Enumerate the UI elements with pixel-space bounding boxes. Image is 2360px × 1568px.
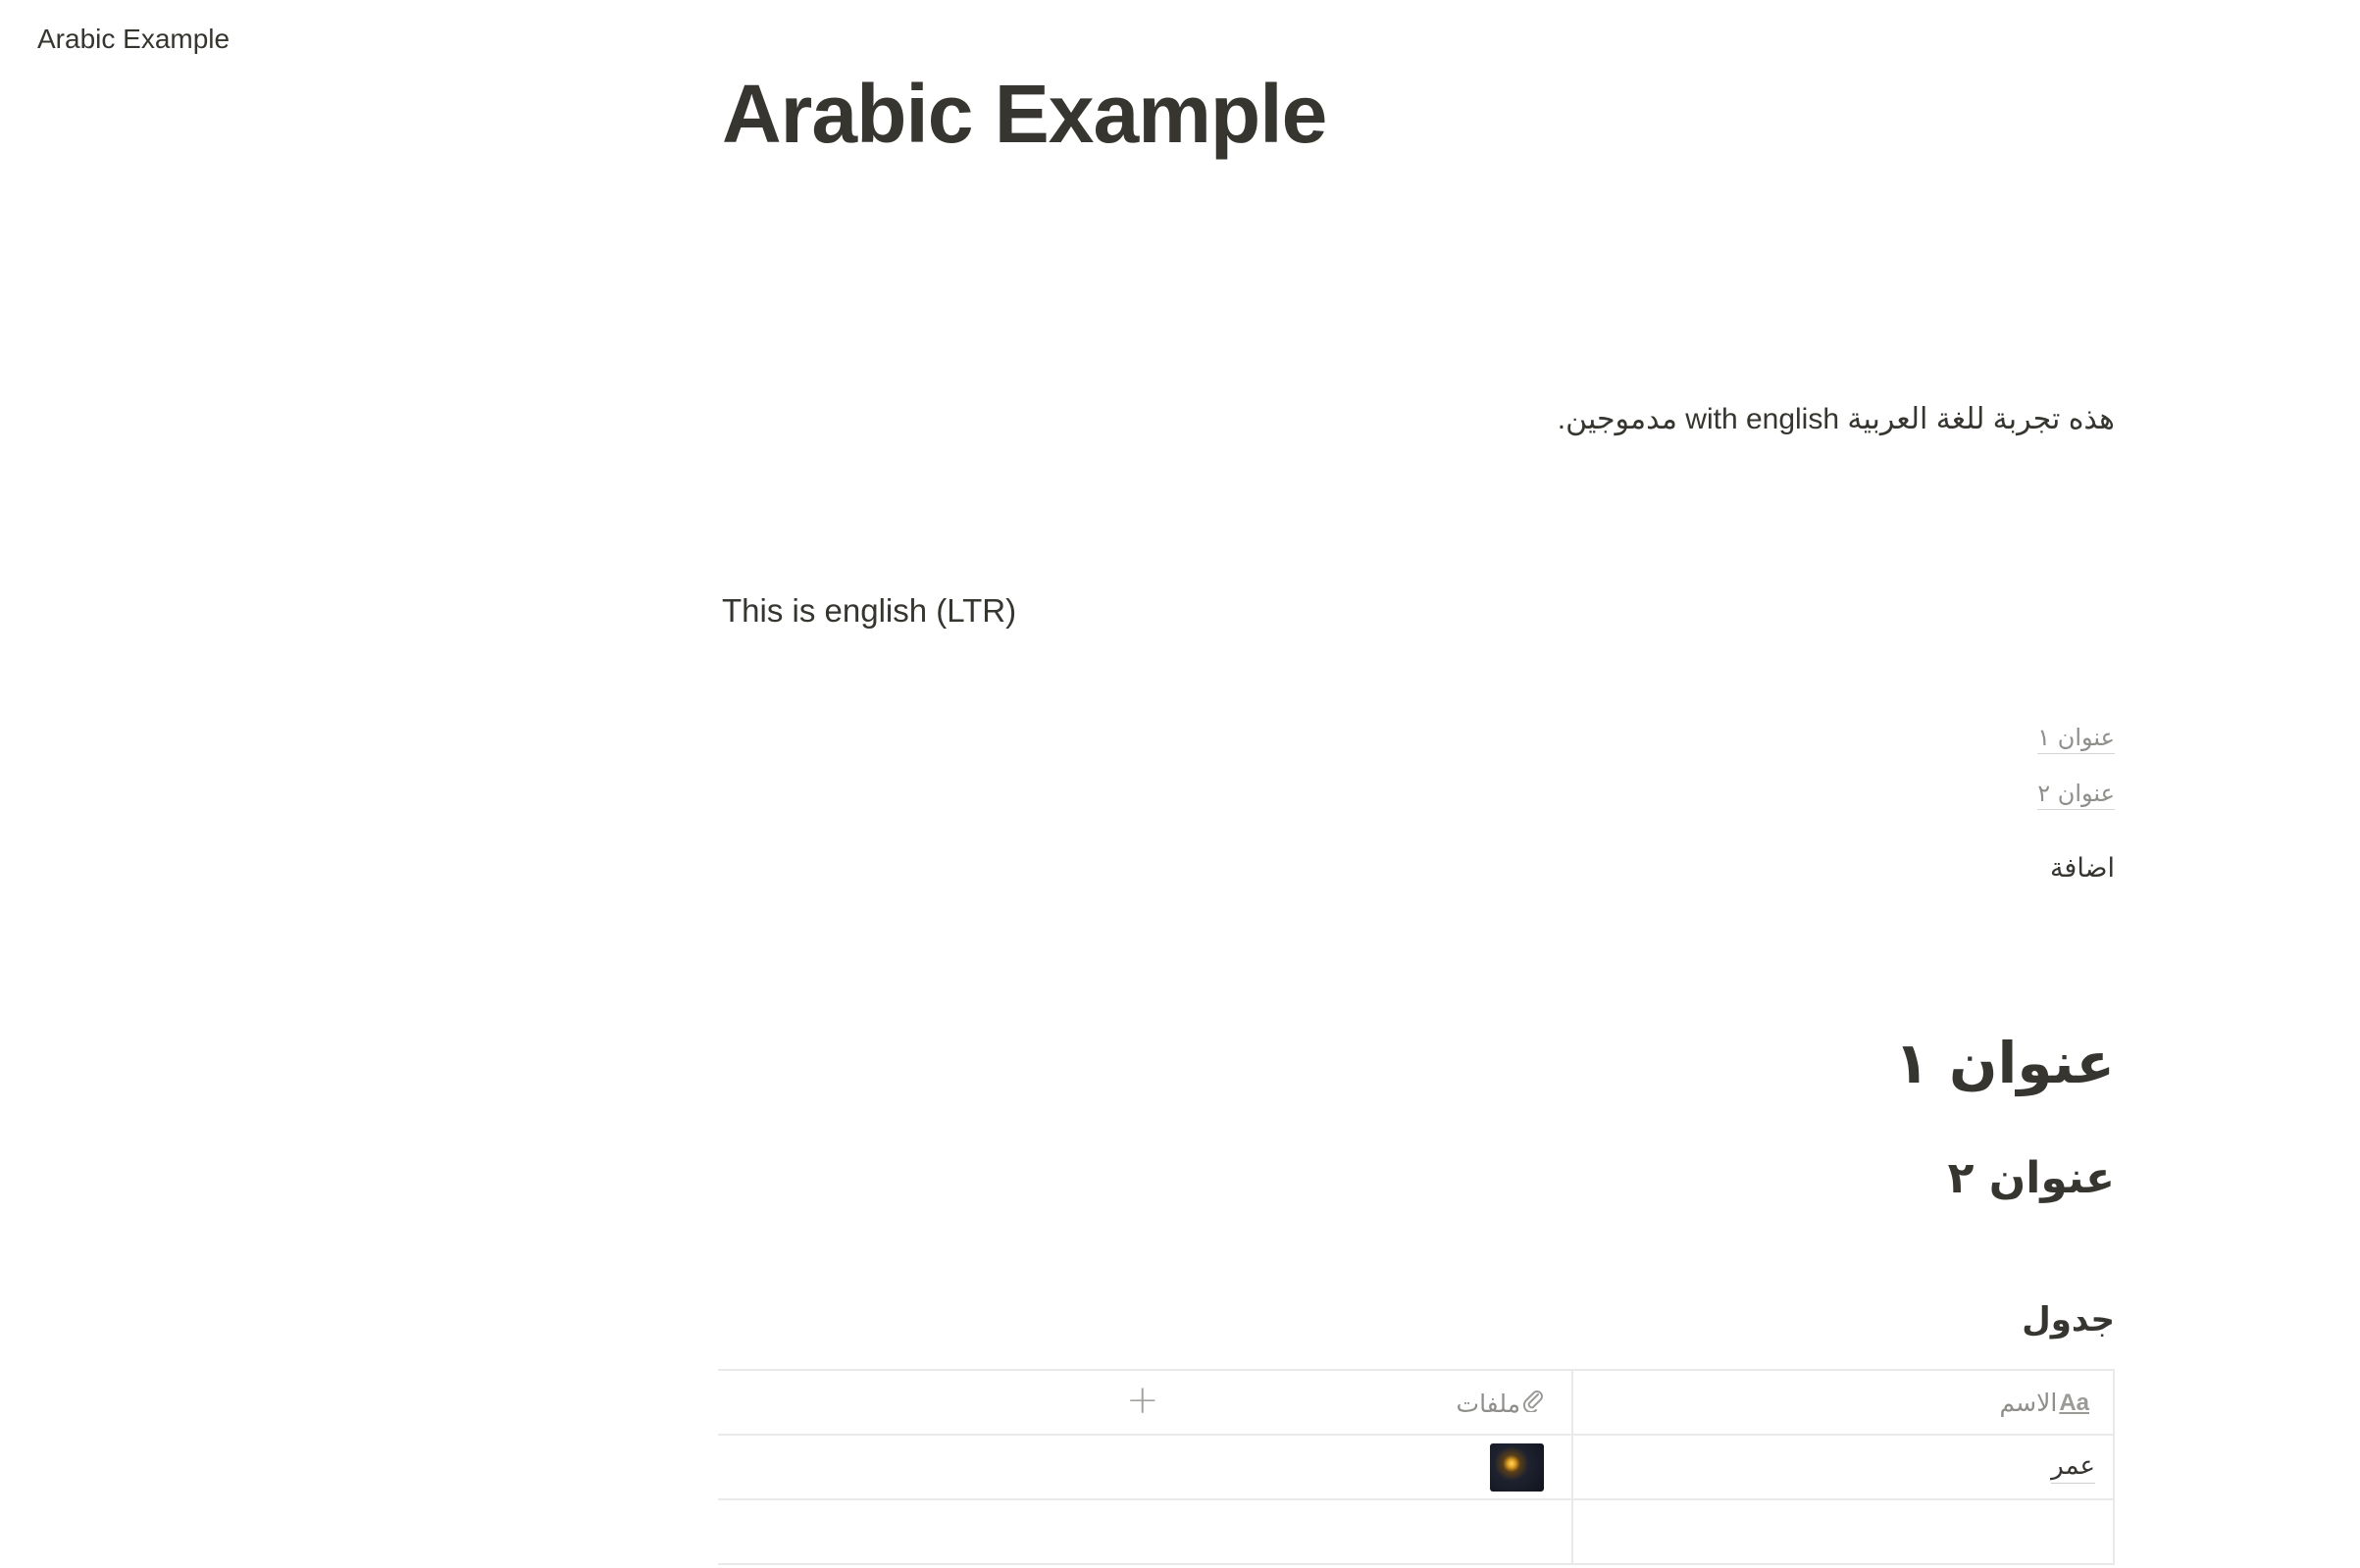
table-header-row: Aa الاسم ملفات + bbox=[718, 1371, 2115, 1436]
page-title[interactable]: Arabic Example bbox=[722, 67, 1327, 162]
cell-files[interactable] bbox=[718, 1436, 1571, 1498]
toc-link-heading-1[interactable]: عنوان ١ bbox=[2037, 724, 2115, 754]
cell-name[interactable]: عمر bbox=[1571, 1436, 2115, 1498]
breadcrumb-page[interactable]: Arabic Example bbox=[31, 22, 235, 57]
title-property-icon: Aa bbox=[2059, 1389, 2089, 1416]
column-header-files[interactable]: ملفات + bbox=[718, 1371, 1571, 1434]
cell-name[interactable] bbox=[1571, 1500, 2115, 1563]
add-column-plus-icon[interactable]: + bbox=[1126, 1381, 1159, 1420]
table-row[interactable]: عمر bbox=[718, 1436, 2115, 1500]
toc-link-heading-2[interactable]: عنوان ٢ bbox=[2037, 780, 2115, 810]
cell-files[interactable] bbox=[718, 1500, 1571, 1563]
paperclip-icon bbox=[1522, 1389, 1544, 1418]
ltr-paragraph[interactable]: This is english (LTR) bbox=[722, 592, 1016, 630]
column-header-name[interactable]: Aa الاسم bbox=[1571, 1371, 2115, 1434]
add-block[interactable]: اضافة bbox=[2050, 853, 2115, 884]
row-name-value[interactable]: عمر bbox=[2051, 1451, 2095, 1484]
table-row[interactable] bbox=[718, 1500, 2115, 1565]
page-content: Arabic Example هذه تجربة للغة العربية wi… bbox=[718, 0, 2115, 1568]
image-thumbnail[interactable] bbox=[1490, 1443, 1544, 1492]
table-of-contents: عنوان ١ عنوان ٢ bbox=[2037, 724, 2115, 835]
rtl-paragraph[interactable]: هذه تجربة للغة العربية with english مدمو… bbox=[1558, 402, 2115, 436]
column-name-label: الاسم bbox=[1999, 1389, 2058, 1417]
database-table: Aa الاسم ملفات + عمر bbox=[718, 1369, 2115, 1565]
column-files-label: ملفات bbox=[1456, 1389, 1520, 1418]
heading-2[interactable]: عنوان ٢ bbox=[1948, 1153, 2115, 1203]
heading-1[interactable]: عنوان ١ bbox=[1894, 1030, 2115, 1096]
heading-3-table-title[interactable]: جدول bbox=[2022, 1300, 2115, 1340]
